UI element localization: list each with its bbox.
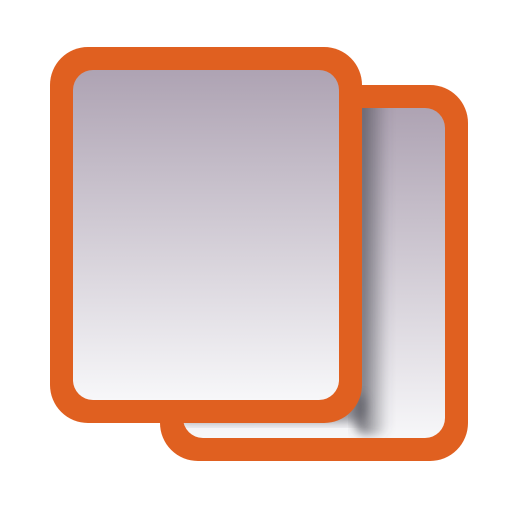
copy-documents-icon <box>50 47 468 461</box>
icon-canvas <box>0 0 512 512</box>
front-document-page <box>73 70 339 400</box>
front-document <box>50 47 362 423</box>
